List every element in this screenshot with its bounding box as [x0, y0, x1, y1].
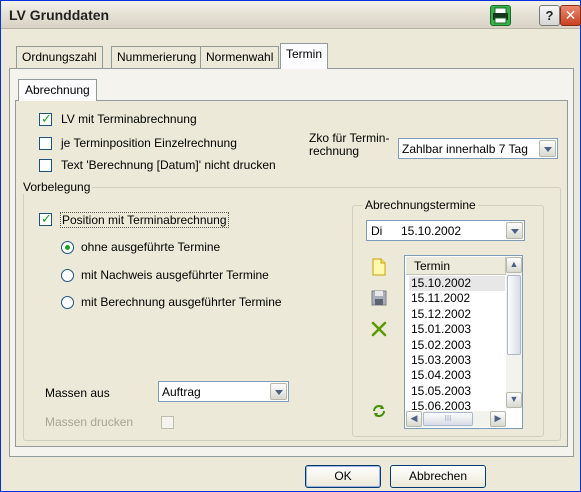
- tab-label: Normenwahl: [206, 50, 274, 64]
- text-nicht-drucken-checkbox[interactable]: [39, 159, 52, 172]
- vorbelegung-title: Vorbelegung: [21, 180, 93, 194]
- tab-normenwahl[interactable]: Normenwahl: [200, 46, 280, 68]
- window-title: LV Grunddaten: [9, 7, 110, 23]
- scroll-thumb[interactable]: [507, 275, 521, 355]
- list-item[interactable]: 15.04.2003: [409, 368, 505, 383]
- radio-mit-nachweis-label: mit Nachweis ausgeführter Termine: [81, 268, 269, 282]
- abrechnungstermine-title: Abrechnungstermine: [363, 198, 478, 212]
- date-weekday: Di: [371, 224, 383, 238]
- radio-mit-nachweis[interactable]: [61, 269, 74, 282]
- help-button[interactable]: ?: [539, 5, 560, 26]
- save-icon[interactable]: [370, 289, 388, 307]
- massen-aus-value: Auftrag: [162, 385, 201, 399]
- refresh-icon[interactable]: [370, 402, 388, 420]
- dialog-window: LV Grunddaten ? ✕ Ordnungszahl Nummerier…: [0, 0, 581, 492]
- chevron-down-icon[interactable]: [270, 383, 287, 400]
- massen-drucken-label: Massen drucken: [45, 415, 134, 429]
- tab-label: Abrechnung: [25, 83, 90, 97]
- list-item[interactable]: 15.01.2003: [409, 322, 505, 337]
- text-nicht-drucken-label: Text 'Berechnung [Datum]' nicht drucken: [61, 158, 276, 172]
- termin-date-picker[interactable]: Di 15.10.2002: [366, 220, 525, 241]
- scroll-thumb-horizontal[interactable]: III: [423, 412, 473, 426]
- scroll-right-icon[interactable]: ▶: [490, 411, 506, 427]
- horizontal-scrollbar[interactable]: ◀ III ▶: [406, 411, 506, 427]
- ok-button[interactable]: OK: [305, 465, 381, 488]
- zko-label-line1: Zko für Termin-: [309, 131, 390, 145]
- tab-label: Nummerierung: [117, 50, 197, 64]
- lv-terminabrechnung-checkbox[interactable]: [39, 111, 52, 127]
- scroll-up-icon[interactable]: ▲: [506, 257, 522, 273]
- list-item[interactable]: 15.02.2003: [409, 338, 505, 353]
- tab-nummerierung[interactable]: Nummerierung: [111, 46, 203, 68]
- list-item[interactable]: 15.11.2002: [409, 291, 505, 306]
- lv-terminabrechnung-label: LV mit Terminabrechnung: [61, 112, 197, 126]
- tab-label: Termin: [286, 47, 323, 61]
- list-item[interactable]: 15.12.2002: [409, 307, 505, 322]
- termine-list[interactable]: Termin 15.10.2002 15.11.2002 15.12.2002 15.…: [404, 255, 523, 429]
- termin-rows: 15.10.2002 15.11.2002 15.12.2002 15.01.2003…: [409, 276, 505, 415]
- tab-termin[interactable]: Termin: [280, 43, 329, 69]
- massen-aus-select[interactable]: Auftrag: [158, 381, 289, 402]
- position-terminabrechnung-label: Position mit Terminabrechnung: [60, 212, 229, 228]
- scroll-left-icon[interactable]: ◀: [406, 411, 422, 427]
- radio-ohne-termine[interactable]: [61, 241, 74, 254]
- chevron-down-icon[interactable]: [506, 222, 523, 239]
- chevron-down-icon[interactable]: [539, 140, 556, 157]
- printer-icon[interactable]: [490, 5, 511, 26]
- list-item[interactable]: 15.10.2002: [409, 276, 505, 292]
- list-item[interactable]: 15.05.2003: [409, 384, 505, 399]
- radio-mit-berechnung[interactable]: [61, 296, 74, 309]
- vertical-scrollbar[interactable]: ▲ ▼: [506, 257, 522, 408]
- radio-ohne-termine-label: ohne ausgeführte Termine: [81, 240, 221, 254]
- position-terminabrechnung-checkbox[interactable]: [39, 211, 52, 227]
- title-bar[interactable]: LV Grunddaten ? ✕: [1, 1, 581, 29]
- zko-select-value: Zahlbar innerhalb 7 Tag: [402, 142, 528, 156]
- tab-ordnungszahl[interactable]: Ordnungszahl: [16, 46, 103, 68]
- new-document-icon[interactable]: [370, 258, 388, 276]
- tab-abrechnung[interactable]: Abrechnung: [18, 79, 97, 101]
- zko-select[interactable]: Zahlbar innerhalb 7 Tag: [398, 138, 558, 159]
- cancel-button[interactable]: Abbrechen: [390, 465, 486, 488]
- close-button[interactable]: ✕: [560, 5, 581, 26]
- radio-mit-berechnung-label: mit Berechnung ausgeführter Termine: [81, 295, 282, 309]
- tab-label: Ordnungszahl: [22, 50, 97, 64]
- list-item[interactable]: 15.03.2003: [409, 353, 505, 368]
- zko-label: Zko für Termin- rechnung: [309, 132, 389, 158]
- einzelrechnung-label: je Terminposition Einzelrechnung: [61, 136, 237, 150]
- massen-aus-label: Massen aus: [45, 386, 110, 400]
- massen-drucken-checkbox[interactable]: [161, 416, 174, 429]
- scroll-down-icon[interactable]: ▼: [506, 392, 522, 408]
- delete-icon[interactable]: [370, 320, 388, 338]
- date-value: 15.10.2002: [401, 224, 462, 238]
- termin-column-header[interactable]: Termin: [406, 257, 506, 275]
- zko-label-line2: rechnung: [309, 144, 360, 158]
- einzelrechnung-checkbox[interactable]: [39, 137, 52, 150]
